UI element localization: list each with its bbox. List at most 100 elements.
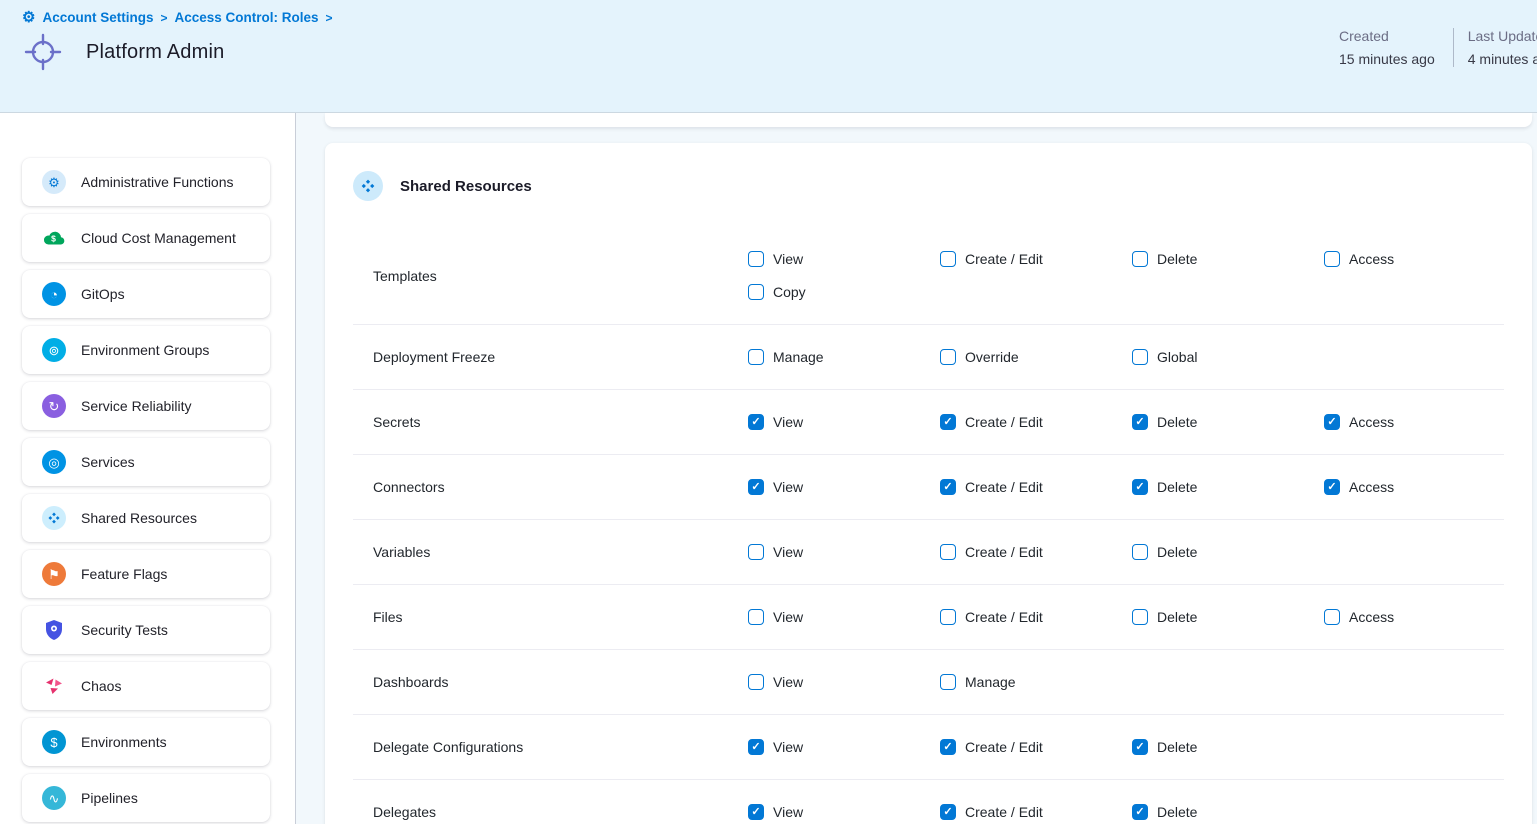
sidebar-item-chaos[interactable]: Chaos [22, 662, 270, 710]
checkbox-unchecked-icon[interactable] [1132, 544, 1148, 560]
checkbox-unchecked-icon[interactable] [1132, 251, 1148, 267]
feature-flags-icon: ⚑ [42, 562, 66, 586]
sidebar-item-environment-groups[interactable]: ⊚Environment Groups [22, 326, 270, 374]
permission-checkbox-variables-delete[interactable]: Delete [1132, 541, 1324, 563]
sidebar-item-pipelines[interactable]: ∿Pipelines [22, 774, 270, 822]
permission-checkbox-variables-create-edit[interactable]: Create / Edit [940, 541, 1132, 563]
checkbox-checked-icon[interactable]: ✓ [1324, 479, 1340, 495]
permission-checkbox-templates-create-edit[interactable]: Create / Edit [940, 248, 1132, 270]
checkbox-unchecked-icon[interactable] [1132, 609, 1148, 625]
permission-checkbox-delegates-delete[interactable]: ✓Delete [1132, 801, 1324, 823]
sidebar-item-administrative-functions[interactable]: ⚙Administrative Functions [22, 158, 270, 206]
checkbox-checked-icon[interactable]: ✓ [1324, 414, 1340, 430]
permission-cell: ✓Delete [1132, 801, 1324, 823]
permission-checkbox-deployment-freeze-override[interactable]: Override [940, 346, 1132, 368]
checkbox-checked-icon[interactable]: ✓ [940, 414, 956, 430]
checkbox-checked-icon[interactable]: ✓ [1132, 739, 1148, 755]
sidebar-item-service-reliability[interactable]: ↻Service Reliability [22, 382, 270, 430]
permission-checkbox-delegate-configurations-delete[interactable]: ✓Delete [1132, 736, 1324, 758]
permission-checkbox-files-delete[interactable]: Delete [1132, 606, 1324, 628]
permission-checkbox-connectors-access[interactable]: ✓ Access [1324, 476, 1516, 498]
checkbox-unchecked-icon[interactable] [940, 544, 956, 560]
permission-checkbox-variables-view[interactable]: View [748, 541, 940, 563]
permission-cell: Delete [1132, 248, 1324, 270]
checkbox-unchecked-icon[interactable] [940, 349, 956, 365]
checkbox-unchecked-icon[interactable] [940, 251, 956, 267]
checkbox-unchecked-icon[interactable] [748, 609, 764, 625]
permission-checkbox-templates-delete[interactable]: Delete [1132, 248, 1324, 270]
permission-checkbox-deployment-freeze-global[interactable]: Global [1132, 346, 1324, 368]
permission-checkbox-dashboards-view[interactable]: View [748, 671, 940, 693]
breadcrumb: ⚙ Account Settings > Access Control: Rol… [22, 10, 1537, 25]
permission-checkbox-connectors-create-edit[interactable]: ✓Create / Edit [940, 476, 1132, 498]
permission-label: Create / Edit [965, 804, 1043, 820]
permission-label: Create / Edit [965, 739, 1043, 755]
sidebar-item-label: Shared Resources [81, 510, 197, 526]
permission-checkbox-files-access[interactable]: Access [1324, 606, 1516, 628]
permission-checkbox-secrets-view[interactable]: ✓View [748, 411, 940, 433]
permission-checkbox-delegate-configurations-create-edit[interactable]: ✓ Create / Edit [940, 736, 1132, 758]
checkbox-checked-icon[interactable]: ✓ [940, 739, 956, 755]
permission-checkbox-templates-copy[interactable]: Copy [748, 281, 940, 303]
chaos-icon [42, 674, 66, 698]
permission-checkbox-files-view[interactable]: View [748, 606, 940, 628]
permission-checkbox-secrets-delete[interactable]: ✓Delete [1132, 411, 1324, 433]
permission-checkbox-secrets-access[interactable]: ✓Access [1324, 411, 1516, 433]
checkbox-unchecked-icon[interactable] [748, 349, 764, 365]
permission-checkbox-templates-access[interactable]: Access [1324, 248, 1516, 270]
sidebar-item-environments[interactable]: $Environments [22, 718, 270, 766]
checkbox-checked-icon[interactable]: ✓ [1132, 804, 1148, 820]
checkbox-checked-icon[interactable]: ✓ [748, 479, 764, 495]
permission-cell: Access [1324, 606, 1516, 628]
permission-cell: Manage [748, 346, 940, 368]
resource-label: Delegate Configurations [353, 739, 748, 755]
checkbox-unchecked-icon[interactable] [1324, 251, 1340, 267]
checkbox-unchecked-icon[interactable] [748, 674, 764, 690]
checkbox-unchecked-icon[interactable] [748, 284, 764, 300]
checkbox-checked-icon[interactable]: ✓ [748, 414, 764, 430]
permission-cell: Create / Edit [940, 248, 1132, 270]
sidebar-item-cloud-cost-management[interactable]: $Cloud Cost Management [22, 214, 270, 262]
checkbox-checked-icon[interactable]: ✓ [940, 479, 956, 495]
permission-checkbox-files-create-edit[interactable]: Create / Edit [940, 606, 1132, 628]
checkbox-checked-icon[interactable]: ✓ [748, 739, 764, 755]
checkbox-checked-icon[interactable]: ✓ [1132, 479, 1148, 495]
sidebar-item-shared-resources[interactable]: Shared Resources [22, 494, 270, 542]
checkbox-unchecked-icon[interactable] [1132, 349, 1148, 365]
role-crosshair-icon [22, 31, 64, 73]
checkbox-unchecked-icon[interactable] [940, 609, 956, 625]
breadcrumb-account-settings[interactable]: Account Settings [42, 10, 153, 25]
permission-checkbox-secrets-create-edit[interactable]: ✓Create / Edit [940, 411, 1132, 433]
breadcrumb-access-control-roles[interactable]: Access Control: Roles [174, 10, 318, 25]
title-row: Platform Admin [22, 31, 1537, 73]
checkbox-checked-icon[interactable]: ✓ [940, 804, 956, 820]
permission-cell: ✓Create / Edit [940, 476, 1132, 498]
permission-checkbox-delegate-configurations-view[interactable]: ✓View [748, 736, 940, 758]
permission-checkbox-connectors-view[interactable]: ✓View [748, 476, 940, 498]
checkbox-unchecked-icon[interactable] [940, 674, 956, 690]
permission-label: Create / Edit [965, 609, 1043, 625]
checkbox-unchecked-icon[interactable] [748, 251, 764, 267]
pipelines-icon: ∿ [42, 786, 66, 810]
permission-checkbox-connectors-delete[interactable]: ✓Delete [1132, 476, 1324, 498]
section-title: Shared Resources [400, 178, 532, 195]
permission-checkbox-templates-view[interactable]: View [748, 248, 940, 270]
created-meta: Created 15 minutes ago [1339, 26, 1435, 69]
permission-label: Delete [1157, 544, 1197, 560]
permission-checkbox-delegates-create-edit[interactable]: ✓ Create / Edit [940, 801, 1132, 823]
sidebar-item-services[interactable]: ◎Services [22, 438, 270, 486]
permission-checkbox-delegates-view[interactable]: ✓View [748, 801, 940, 823]
checkbox-unchecked-icon[interactable] [748, 544, 764, 560]
permission-checkbox-dashboards-manage[interactable]: Manage [940, 671, 1132, 693]
sidebar-item-feature-flags[interactable]: ⚑Feature Flags [22, 550, 270, 598]
checkbox-checked-icon[interactable]: ✓ [1132, 414, 1148, 430]
permission-label: Delete [1157, 609, 1197, 625]
sidebar-item-security-tests[interactable]: Security Tests [22, 606, 270, 654]
sidebar-item-gitops[interactable]: ◔GitOps [22, 270, 270, 318]
checkbox-checked-icon[interactable]: ✓ [748, 804, 764, 820]
checkbox-unchecked-icon[interactable] [1324, 609, 1340, 625]
permission-label: Access [1349, 479, 1394, 495]
permission-cell: Override [940, 346, 1132, 368]
permission-label: Delete [1157, 251, 1197, 267]
permission-checkbox-deployment-freeze-manage[interactable]: Manage [748, 346, 940, 368]
